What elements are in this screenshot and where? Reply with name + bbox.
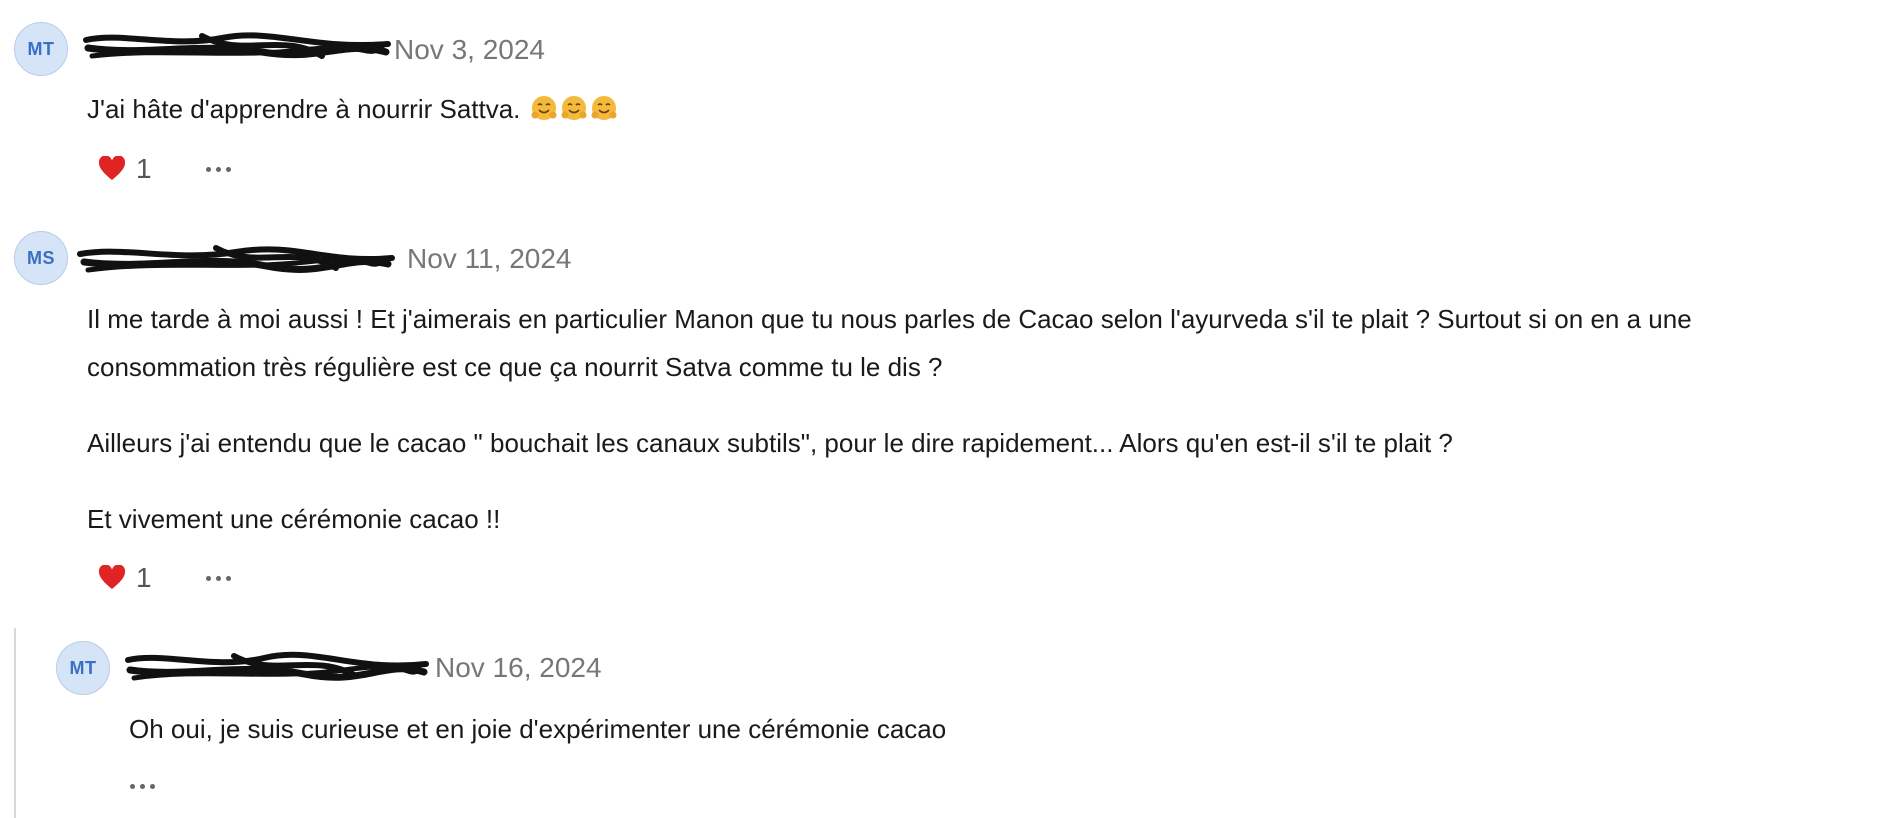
author-name-redacted[interactable] [124, 648, 430, 682]
more-options-button[interactable] [194, 558, 243, 598]
avatar[interactable]: MT [14, 22, 68, 76]
more-dot [205, 166, 211, 172]
heart-icon [98, 565, 126, 591]
more-dot [225, 166, 231, 172]
more-dot [205, 575, 211, 581]
reaction-bar: 1 [90, 558, 243, 598]
avatar[interactable]: MT [56, 641, 110, 695]
reply-thread-line [14, 628, 16, 818]
hugging-face-emoji-icon [590, 89, 618, 137]
more-dot [130, 783, 135, 789]
comment-text: J'ai hâte d'apprendre à nourrir Sattva. [87, 94, 521, 124]
comment-body: Oh oui, je suis curieuse et en joie d'ex… [129, 705, 1869, 753]
more-dot [150, 783, 155, 789]
comment-paragraph: Et vivement une cérémonie cacao !! [87, 504, 501, 534]
comment-date[interactable]: Nov 11, 2024 [407, 242, 572, 276]
comment-paragraph: J'ai hâte d'apprendre à nourrir Sattva. [87, 85, 1867, 137]
heart-reaction-button[interactable]: 1 [90, 149, 160, 189]
comment-paragraph: Il me tarde à moi aussi ! Et j'aimerais … [87, 304, 1692, 382]
comment-paragraph: Ailleurs j'ai entendu que le cacao " bou… [87, 428, 1453, 458]
reaction-count: 1 [136, 153, 152, 184]
heart-reaction-button[interactable]: 1 [90, 558, 160, 598]
avatar[interactable]: MS [14, 231, 68, 285]
author-name-redacted[interactable] [82, 28, 392, 62]
reaction-bar: 1 [90, 149, 243, 189]
comment-date[interactable]: Nov 16, 2024 [435, 651, 602, 685]
more-dot [215, 166, 221, 172]
more-options-button[interactable] [118, 766, 167, 806]
more-dot [225, 575, 231, 581]
heart-icon [98, 156, 126, 182]
comment-body: Il me tarde à moi aussi ! Et j'aimerais … [87, 295, 1867, 543]
more-dot [140, 783, 145, 789]
reaction-count: 1 [136, 562, 152, 593]
author-name-redacted[interactable] [76, 240, 396, 274]
reaction-bar [118, 766, 167, 806]
hugging-face-emoji-icon [560, 89, 588, 137]
hugging-face-emoji-icon [530, 89, 558, 137]
comment-paragraph: Oh oui, je suis curieuse et en joie d'ex… [129, 714, 947, 744]
more-dot [215, 575, 221, 581]
comment-date[interactable]: Nov 3, 2024 [394, 33, 545, 67]
comment-body: J'ai hâte d'apprendre à nourrir Sattva. [87, 85, 1867, 137]
more-options-button[interactable] [194, 149, 243, 189]
